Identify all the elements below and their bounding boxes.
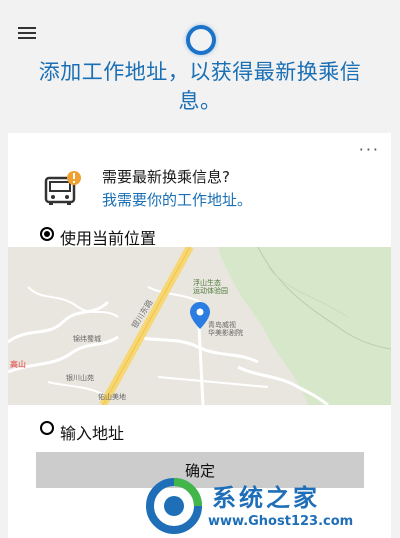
cortana-icon[interactable] [186, 25, 216, 55]
map-label-garden: 银川山苑 [66, 373, 94, 382]
current-location-radio[interactable] [40, 227, 54, 241]
map-label-cinema: 青岛威视 [208, 320, 236, 329]
bus-icon [44, 171, 81, 205]
location-map[interactable]: 银川东路 浮山生态 运动体验园 青岛威视 华美影剧院 锦纬蜀城 银川山苑 佑山美… [8, 247, 391, 405]
current-location-label[interactable]: 使用当前位置 [60, 225, 156, 249]
map-label-park: 浮山生态 [193, 278, 221, 287]
watermark: 系统之家 www.Ghost123.com [140, 474, 400, 538]
question-title: 需要最新换乘信息? [102, 168, 230, 186]
map-label-cinema-2: 华美影剧院 [208, 328, 243, 337]
page-headline: 添加工作地址，以获得最新换乘信息。 [38, 60, 362, 113]
watermark-title: 系统之家 [212, 484, 320, 512]
map-label-mountain: 高山 [10, 359, 26, 369]
watermark-logo-icon [146, 478, 202, 534]
enter-address-label[interactable]: 输入地址 [60, 420, 124, 444]
enter-address-radio[interactable] [40, 421, 54, 435]
more-options-button[interactable]: ··· [359, 140, 380, 159]
work-address-link[interactable]: 我需要你的工作地址。 [102, 189, 252, 210]
map-label-community: 锦纬蜀城 [73, 334, 101, 343]
watermark-url: www.Ghost123.com [208, 514, 354, 529]
map-label-park-2: 运动体验园 [193, 286, 228, 295]
menu-icon[interactable] [18, 27, 36, 39]
map-label-estate: 佑山美地 [98, 392, 126, 401]
